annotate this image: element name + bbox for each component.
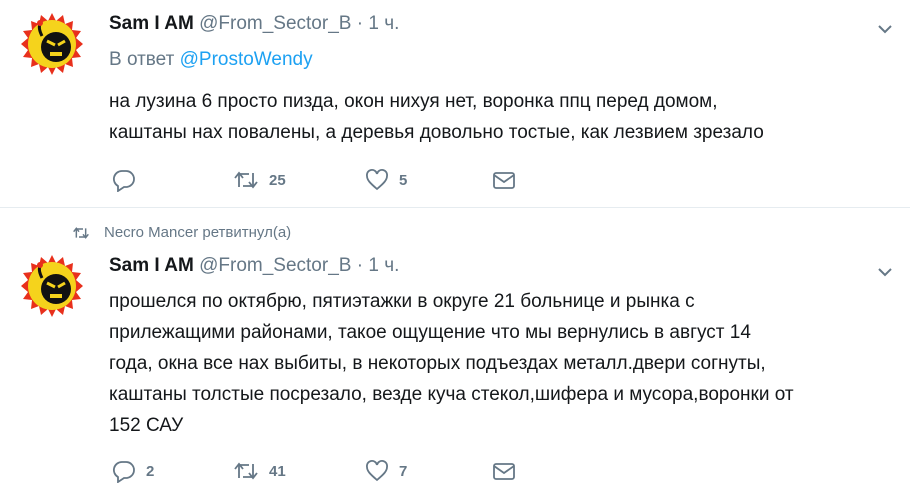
author-name[interactable]: Sam I AM [109,255,194,276]
tweet-text-line: прошелся по октябрю, пятиэтажки в округе… [109,291,695,312]
tweet-header: Sam I AM @From_Sector_B · 1 ч. [109,12,399,36]
tweet-header: Sam I AM @From_Sector_B · 1 ч. [109,254,399,278]
reply-button[interactable]: 2 [112,458,154,484]
tweet-text-line: каштаны толстые посрезало, везде куча ст… [109,384,794,405]
tweet-text-line: 152 САУ [109,415,184,436]
reply-to-label: В ответ [109,49,175,70]
like-button[interactable]: 5 [365,167,407,193]
tweet-text-line: каштаны нах повалены, а деревья довольно… [109,122,764,143]
separator-dot: · [356,255,364,276]
like-count: 7 [399,462,408,480]
tweet-text: на лузина 6 просто пизда, окон нихуя нет… [109,86,899,148]
direct-message-button[interactable] [492,458,516,484]
reply-to-mention-link[interactable]: @ProstoWendy [180,49,313,70]
reply-count: 2 [146,462,155,480]
envelope-icon [493,172,515,189]
tweet-actions: 2 41 7 [112,458,532,484]
angry-bomb-face-icon [19,253,85,319]
tweet-time[interactable]: 1 ч. [368,13,399,34]
avatar[interactable] [19,253,85,319]
tweet[interactable]: Sam I AM @From_Sector_B · 1 ч. В ответ @… [0,0,910,208]
retweet-context: Necro Mancer ретвитнул(а) [70,224,291,241]
retweet-button[interactable]: 25 [233,167,286,193]
reply-bubble-icon [112,461,135,483]
tweet-text: прошелся по октябрю, пятиэтажки в округе… [109,286,899,441]
retweet-icon [234,171,258,189]
retweet-count: 41 [269,462,286,480]
retweeted-by-link[interactable]: Necro Mancer ретвитнул(а) [104,224,291,241]
tweet-text-line: на лузина 6 просто пизда, окон нихуя нет… [109,91,718,112]
separator-dot: · [356,13,364,34]
retweet-button[interactable]: 41 [233,458,286,484]
author-name[interactable]: Sam I AM [109,13,194,34]
envelope-icon [493,463,515,480]
retweet-count: 25 [269,171,286,189]
heart-icon [366,169,388,191]
heart-icon [366,460,388,482]
tweet-text-line: прилежащими районами, такое ощущение что… [109,322,751,343]
reply-button[interactable] [112,167,146,193]
more-options-button[interactable] [878,264,892,277]
chevron-down-icon [878,268,892,277]
tweet-actions: 25 5 [112,167,532,193]
author-handle[interactable]: @From_Sector_B [199,255,351,276]
like-button[interactable]: 7 [365,458,407,484]
tweet-text-line: года, окна все нах выбиты, в некоторых п… [109,353,766,374]
more-options-button[interactable] [878,21,892,34]
tweet[interactable]: Necro Mancer ретвитнул(а) Sam I AM @From… [0,208,910,503]
tweet-time[interactable]: 1 ч. [368,255,399,276]
direct-message-button[interactable] [492,167,516,193]
chevron-down-icon [878,25,892,34]
retweet-icon [234,462,258,480]
angry-bomb-face-icon [19,11,85,77]
reply-bubble-icon [112,170,135,192]
avatar[interactable] [19,11,85,77]
reply-context: В ответ @ProstoWendy [109,49,313,71]
author-handle[interactable]: @From_Sector_B [199,13,351,34]
like-count: 5 [399,171,408,189]
retweet-icon [73,226,89,239]
